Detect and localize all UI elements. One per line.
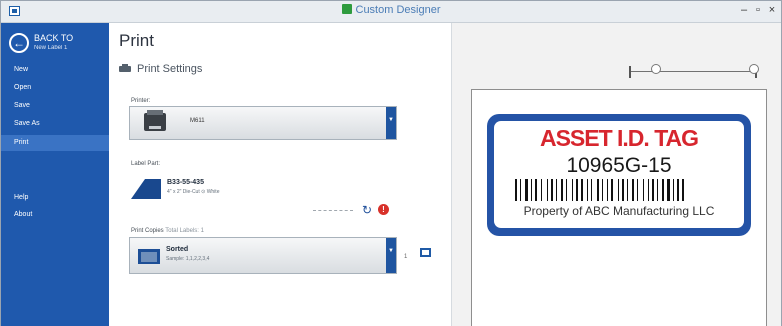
copies-icon[interactable] — [420, 248, 431, 257]
back-arrow-icon: ← — [9, 33, 29, 53]
ruler-handle[interactable] — [749, 64, 759, 74]
back-label: BACK TO — [34, 33, 74, 43]
collation-sample: Sample: 1,1,2,2,3,4 — [166, 256, 210, 262]
printer-label: Printer: — [131, 98, 151, 104]
print-panel: Print Print Settings — [109, 23, 451, 326]
back-sub-label: New Label 1 — [34, 45, 68, 51]
label-part-icon[interactable] — [131, 179, 161, 199]
label-part-description: 4" x 2" Die-Cut ⊙ White — [167, 189, 220, 195]
sidebar-item-save[interactable]: Save — [1, 98, 109, 114]
ruler-start — [629, 66, 631, 78]
minimize-button[interactable]: – — [737, 4, 751, 16]
printer-settings-icon — [119, 64, 131, 74]
part-search-field[interactable] — [313, 210, 353, 211]
tag-footer: Property of ABC Manufacturing LLC — [523, 204, 715, 218]
window-title-text: Custom Designer — [355, 4, 441, 16]
collation-dropdown[interactable]: Sorted Sample: 1,1,2,2,3,4 ▼ — [129, 237, 397, 274]
printer-dropdown[interactable]: M611 ▼ — [129, 106, 397, 140]
chevron-down-icon[interactable]: ▼ — [386, 107, 396, 139]
back-button[interactable]: ← BACK TO New Label 1 — [9, 33, 73, 53]
sidebar-item-save-as[interactable]: Save As — [1, 116, 109, 132]
sidebar-item-open[interactable]: Open — [1, 80, 109, 96]
asset-tag: ASSET I.D. TAG 10965G-15 Property of ABC… — [487, 114, 751, 236]
error-icon[interactable]: ! — [378, 204, 389, 215]
tag-title: ASSET I.D. TAG — [539, 125, 699, 151]
backstage-sidebar: ← BACK TO New Label 1 New Open Save Save… — [1, 23, 109, 326]
title-bar: Custom Designer – ▫ × — [1, 1, 781, 23]
label-part-label: Label Part: — [131, 161, 161, 167]
barcode — [515, 179, 684, 201]
window-title: Custom Designer — [1, 4, 781, 16]
copies-count[interactable]: 1 — [404, 254, 407, 260]
printer-value: M611 — [190, 118, 205, 124]
refresh-icon[interactable]: ↻ — [362, 203, 372, 217]
tag-id: 10965G-15 — [566, 154, 672, 177]
sidebar-item-about[interactable]: About — [1, 207, 109, 223]
printer-icon — [144, 110, 166, 131]
label-part-number: B33-55-435 — [167, 179, 204, 186]
page-title: Print — [119, 31, 154, 50]
sidebar-item-help[interactable]: Help — [1, 190, 109, 206]
sorted-icon — [138, 249, 160, 264]
print-settings-label: Print Settings — [137, 63, 203, 75]
sidebar-item-print[interactable]: Print — [1, 135, 109, 151]
chevron-down-icon[interactable]: ▼ — [386, 238, 396, 273]
width-ruler — [631, 71, 755, 72]
close-button[interactable]: × — [765, 4, 779, 16]
maximize-button[interactable]: ▫ — [751, 4, 765, 16]
ruler-handle[interactable] — [651, 64, 661, 74]
print-settings-header: Print Settings — [119, 63, 202, 75]
sidebar-item-new[interactable]: New — [1, 62, 109, 78]
app-window: Custom Designer – ▫ × ← BACK TO New Labe… — [0, 0, 782, 326]
app-logo-icon — [341, 4, 352, 14]
print-copies-label: Print Copies Total Labels: 1 — [131, 228, 204, 234]
collation-value: Sorted — [166, 246, 189, 253]
